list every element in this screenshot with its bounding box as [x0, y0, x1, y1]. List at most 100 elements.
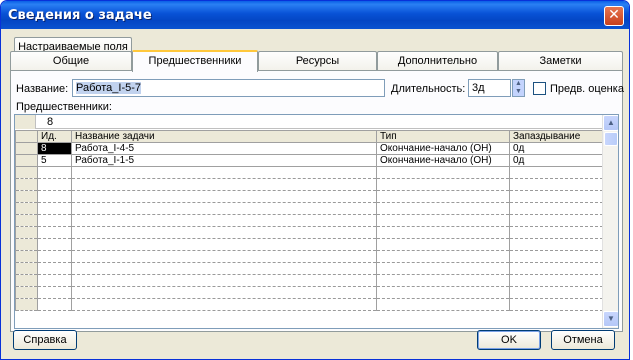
empty-cell[interactable] — [509, 238, 604, 251]
empty-cell[interactable] — [376, 190, 510, 203]
duration-spinner[interactable]: ▲ ▼ — [512, 79, 525, 97]
vertical-scrollbar[interactable]: ▲ ▼ — [602, 115, 618, 328]
scroll-thumb[interactable] — [604, 132, 618, 146]
cell-task-name[interactable]: Работа_I-4-5 — [71, 142, 377, 155]
help-button[interactable]: Справка — [13, 330, 77, 350]
spin-down-icon[interactable]: ▼ — [513, 88, 524, 96]
empty-table-row[interactable] — [15, 202, 604, 215]
empty-cell[interactable] — [509, 178, 604, 191]
cell-type[interactable]: Окончание-начало (ОН) — [376, 154, 510, 167]
row-header — [15, 154, 38, 167]
empty-cell[interactable] — [376, 274, 510, 287]
title-bar[interactable]: Сведения о задаче ✕ — [1, 1, 629, 29]
empty-cell[interactable] — [376, 202, 510, 215]
empty-cell[interactable] — [376, 214, 510, 227]
grid-edit-bar[interactable]: 8 — [15, 115, 603, 129]
empty-cell[interactable] — [37, 178, 72, 191]
empty-cell[interactable] — [37, 262, 72, 275]
empty-table-row[interactable] — [15, 178, 604, 191]
cell-id[interactable]: 5 — [37, 154, 72, 167]
empty-cell[interactable] — [509, 286, 604, 299]
tab-resources[interactable]: Ресурсы — [258, 51, 377, 71]
empty-cell[interactable] — [509, 226, 604, 239]
empty-cell[interactable] — [37, 238, 72, 251]
cell-lag[interactable]: 0д — [509, 142, 604, 155]
cell-lag[interactable]: 0д — [509, 154, 604, 167]
empty-cell[interactable] — [71, 238, 377, 251]
table-row[interactable]: 8 Работа_I-4-5 Окончание-начало (ОН) 0д — [15, 142, 604, 155]
empty-table-row[interactable] — [15, 214, 604, 227]
empty-cell[interactable] — [509, 274, 604, 287]
tab-notes[interactable]: Заметки — [498, 51, 623, 71]
empty-cell[interactable] — [37, 298, 72, 311]
empty-cell[interactable] — [37, 190, 72, 203]
empty-cell[interactable] — [37, 274, 72, 287]
empty-table-row[interactable] — [15, 274, 604, 287]
column-header-id[interactable]: Ид. — [37, 130, 72, 143]
tab-label: Заметки — [539, 55, 582, 67]
empty-cell[interactable] — [509, 262, 604, 275]
empty-cell[interactable] — [509, 190, 604, 203]
empty-table-row[interactable] — [15, 286, 604, 299]
empty-cell[interactable] — [509, 202, 604, 215]
table-row[interactable]: 5 Работа_I-1-5 Окончание-начало (ОН) 0д — [15, 154, 604, 167]
row-header — [15, 298, 38, 311]
name-field[interactable]: Работа_I-5-7 — [72, 79, 385, 97]
empty-cell[interactable] — [37, 226, 72, 239]
column-header-type[interactable]: Тип — [376, 130, 510, 143]
empty-table-row[interactable] — [15, 250, 604, 263]
empty-cell[interactable] — [71, 190, 377, 203]
row-header — [15, 142, 38, 155]
empty-cell[interactable] — [376, 298, 510, 311]
cell-type[interactable]: Окончание-начало (ОН) — [376, 142, 510, 155]
empty-cell[interactable] — [37, 166, 72, 179]
empty-cell[interactable] — [509, 298, 604, 311]
empty-table-row[interactable] — [15, 166, 604, 179]
empty-cell[interactable] — [71, 274, 377, 287]
empty-cell[interactable] — [37, 250, 72, 263]
cancel-button[interactable]: Отмена — [551, 330, 615, 350]
empty-cell[interactable] — [71, 286, 377, 299]
empty-cell[interactable] — [71, 298, 377, 311]
empty-cell[interactable] — [37, 202, 72, 215]
scroll-down-icon[interactable]: ▼ — [603, 311, 618, 327]
estimated-checkbox[interactable] — [533, 82, 546, 95]
empty-cell[interactable] — [509, 250, 604, 263]
empty-cell[interactable] — [71, 178, 377, 191]
empty-table-row[interactable] — [15, 226, 604, 239]
duration-field[interactable]: 3д — [468, 79, 511, 97]
close-button[interactable]: ✕ — [604, 6, 624, 26]
column-header-lag[interactable]: Запаздывание — [509, 130, 604, 143]
empty-table-row[interactable] — [15, 298, 604, 311]
empty-cell[interactable] — [376, 262, 510, 275]
empty-cell[interactable] — [71, 262, 377, 275]
empty-table-row[interactable] — [15, 262, 604, 275]
column-header-task-name[interactable]: Название задачи — [71, 130, 377, 143]
empty-cell[interactable] — [71, 166, 377, 179]
tab-advanced[interactable]: Дополнительно — [377, 51, 498, 71]
empty-cell[interactable] — [376, 286, 510, 299]
empty-cell[interactable] — [37, 214, 72, 227]
predecessors-grid[interactable]: 8 Ид. Название задачи Тип Запаздывание 8… — [14, 114, 619, 329]
tab-general[interactable]: Общие — [10, 51, 132, 71]
empty-cell[interactable] — [376, 226, 510, 239]
empty-cell[interactable] — [376, 166, 510, 179]
empty-cell[interactable] — [376, 178, 510, 191]
cell-id[interactable]: 8 — [37, 142, 72, 155]
empty-table-row[interactable] — [15, 190, 604, 203]
empty-cell[interactable] — [376, 238, 510, 251]
cell-task-name[interactable]: Работа_I-1-5 — [71, 154, 377, 167]
empty-cell[interactable] — [71, 202, 377, 215]
empty-cell[interactable] — [509, 166, 604, 179]
tab-predecessors[interactable]: Предшественники — [132, 50, 258, 72]
spin-up-icon[interactable]: ▲ — [513, 80, 524, 88]
empty-cell[interactable] — [71, 250, 377, 263]
empty-cell[interactable] — [71, 214, 377, 227]
scroll-up-icon[interactable]: ▲ — [603, 115, 618, 131]
empty-cell[interactable] — [376, 250, 510, 263]
ok-button[interactable]: OK — [477, 330, 541, 350]
empty-table-row[interactable] — [15, 238, 604, 251]
empty-cell[interactable] — [37, 286, 72, 299]
empty-cell[interactable] — [509, 214, 604, 227]
empty-cell[interactable] — [71, 226, 377, 239]
